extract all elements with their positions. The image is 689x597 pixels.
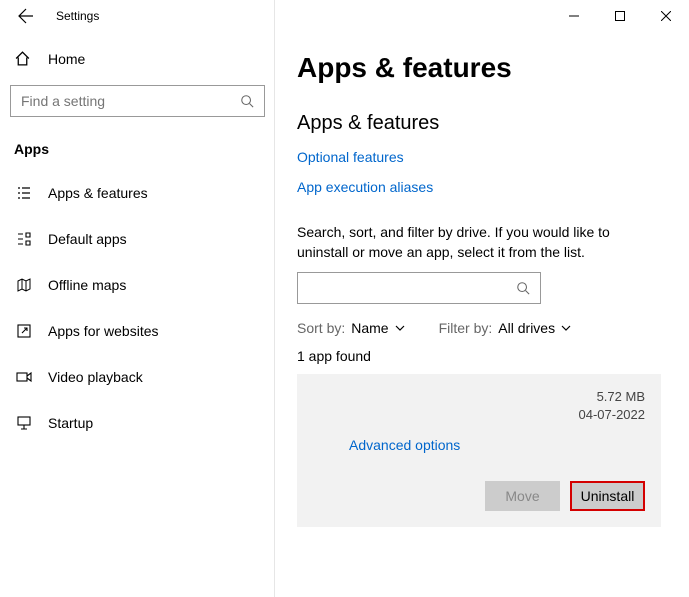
search-icon — [516, 281, 530, 295]
uninstall-button[interactable]: Uninstall — [570, 481, 645, 511]
nav-video-playback[interactable]: Video playback — [6, 359, 269, 395]
back-button[interactable] — [14, 4, 38, 28]
nav-item-label: Apps for websites — [48, 323, 159, 339]
arrow-left-icon — [18, 8, 34, 24]
link-optional-features[interactable]: Optional features — [297, 149, 404, 165]
category-header: Apps — [6, 135, 269, 175]
nav-home-label: Home — [48, 51, 85, 67]
nav-startup[interactable]: Startup — [6, 405, 269, 441]
page-title: Apps & features — [297, 52, 661, 84]
maximize-button[interactable] — [597, 0, 643, 32]
nav-item-label: Apps & features — [48, 185, 148, 201]
section-heading: Apps & features — [297, 112, 661, 135]
app-search-input[interactable] — [297, 272, 541, 304]
window-title: Settings — [56, 9, 99, 23]
search-input-wrapper[interactable] — [10, 85, 265, 117]
filter-label: Filter by: — [439, 320, 493, 336]
app-date: 04-07-2022 — [579, 406, 646, 424]
sidebar: Home Apps Apps & features Default apps O… — [0, 32, 275, 587]
search-icon — [240, 94, 254, 108]
nav-item-label: Startup — [48, 415, 93, 431]
minimize-icon — [569, 11, 579, 21]
sort-by-dropdown[interactable]: Sort by: Name — [297, 320, 405, 336]
sort-label: Sort by: — [297, 320, 345, 336]
sort-value: Name — [351, 320, 388, 336]
nav-home[interactable]: Home — [6, 42, 269, 75]
startup-icon — [14, 415, 34, 431]
open-icon — [14, 323, 34, 339]
nav-item-label: Offline maps — [48, 277, 126, 293]
nav-apps-features[interactable]: Apps & features — [6, 175, 269, 211]
search-input[interactable] — [21, 93, 240, 109]
video-icon — [14, 369, 34, 385]
nav-apps-websites[interactable]: Apps for websites — [6, 313, 269, 349]
nav-default-apps[interactable]: Default apps — [6, 221, 269, 257]
link-advanced-options[interactable]: Advanced options — [349, 437, 460, 453]
close-icon — [661, 11, 671, 21]
list-icon — [14, 185, 34, 201]
minimize-button[interactable] — [551, 0, 597, 32]
app-size: 5.72 MB — [579, 388, 646, 406]
link-app-execution-aliases[interactable]: App execution aliases — [297, 179, 433, 195]
nav-item-label: Video playback — [48, 369, 143, 385]
filter-by-dropdown[interactable]: Filter by: All drives — [439, 320, 571, 336]
home-icon — [14, 50, 34, 67]
nav-offline-maps[interactable]: Offline maps — [6, 267, 269, 303]
main-content: Apps & features Apps & features Optional… — [275, 32, 689, 587]
move-button: Move — [485, 481, 560, 511]
app-list-item[interactable]: 5.72 MB 04-07-2022 Advanced options Move… — [297, 374, 661, 526]
map-icon — [14, 277, 34, 293]
close-button[interactable] — [643, 0, 689, 32]
chevron-down-icon — [395, 323, 405, 333]
nav-item-label: Default apps — [48, 231, 127, 247]
maximize-icon — [615, 11, 625, 21]
defaults-icon — [14, 231, 34, 247]
section-description: Search, sort, and filter by drive. If yo… — [297, 223, 661, 262]
app-count: 1 app found — [297, 348, 661, 364]
chevron-down-icon — [561, 323, 571, 333]
filter-value: All drives — [498, 320, 555, 336]
